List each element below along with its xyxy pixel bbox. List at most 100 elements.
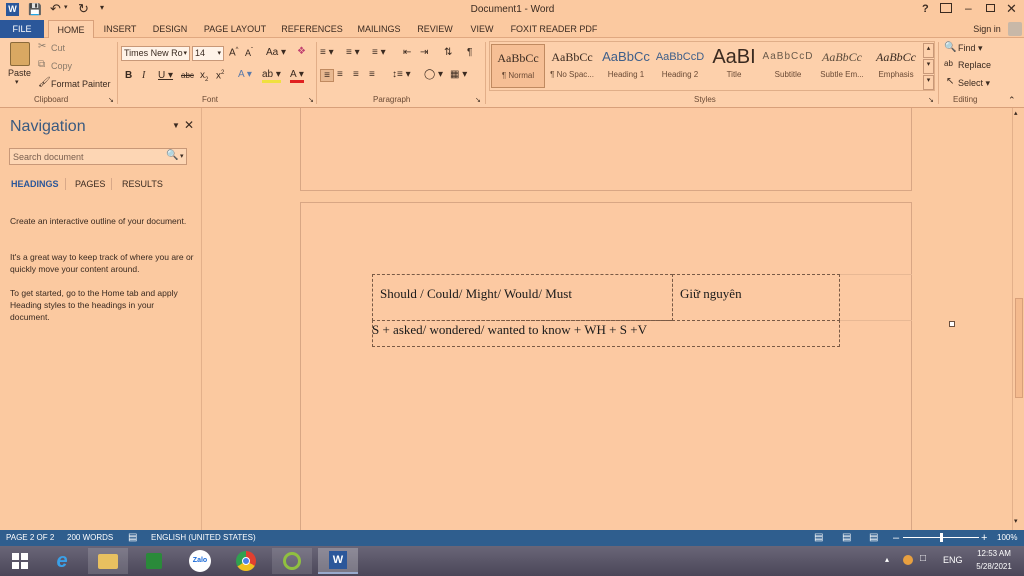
line-spacing-icon[interactable]: ↕≡ ▾ [392, 69, 411, 80]
scroll-up-icon[interactable]: ▴ [1014, 109, 1018, 117]
word-count[interactable]: 200 WORDS [67, 530, 113, 546]
style-heading-1[interactable]: AaBbCc Heading 1 [599, 44, 653, 88]
show-formatting-marks-icon[interactable]: ¶ [467, 47, 472, 58]
decrease-indent-icon[interactable]: ⇤ [403, 47, 411, 58]
zoom-level[interactable]: 100% [997, 530, 1017, 546]
text-effects-icon[interactable]: A ▾ [238, 69, 252, 80]
scroll-down-icon[interactable]: ▾ [1014, 517, 1018, 525]
clock-time[interactable]: 12:53 AM [970, 549, 1018, 558]
zalo-icon[interactable]: Zalo [180, 548, 220, 574]
styles-scroll-down-icon[interactable]: ▾ [923, 59, 934, 74]
format-painter-button[interactable]: Format Painter [51, 79, 111, 89]
restore-icon[interactable] [986, 4, 995, 12]
cut-icon[interactable]: ✂ [38, 41, 46, 52]
chrome-icon[interactable] [226, 548, 266, 574]
shading-icon[interactable]: ◯ ▾ [424, 69, 443, 80]
style-normal[interactable]: AaBbCc ¶ Normal [491, 44, 545, 88]
page-count[interactable]: PAGE 2 OF 2 [6, 530, 54, 546]
word-logo-icon[interactable]: W [6, 3, 19, 16]
navigation-close-icon[interactable]: ✕ [184, 118, 194, 132]
proofing-icon[interactable]: ▤ [128, 530, 137, 546]
change-case-button[interactable]: Aa ▾ [266, 47, 286, 58]
strikethrough-icon[interactable]: abc [181, 71, 194, 80]
start-button[interactable] [0, 548, 40, 574]
sign-in-link[interactable]: Sign in [966, 20, 1008, 38]
style-no-spacing[interactable]: AaBbCc ¶ No Spac... [545, 44, 599, 88]
styles-launcher-icon[interactable]: ↘ [928, 96, 934, 104]
zoom-slider-thumb[interactable] [940, 533, 943, 542]
vertical-scrollbar[interactable]: ▴ ▾ [1012, 108, 1024, 530]
font-size-select[interactable]: 14 ▾ [192, 46, 224, 61]
style-title[interactable]: AaBI Title [707, 44, 761, 88]
justify-icon[interactable]: ≡ [369, 69, 375, 80]
underline-icon[interactable]: U ▾ [158, 70, 173, 81]
style-emphasis[interactable]: AaBbCc Emphasis [869, 44, 923, 88]
collapse-ribbon-icon[interactable]: ⌃ [1008, 95, 1016, 106]
minimize-icon[interactable]: – [965, 1, 972, 15]
zoom-in-icon[interactable]: + [981, 530, 987, 546]
select-button[interactable]: Select ▾ [958, 78, 990, 89]
multilevel-list-icon[interactable]: ≡ ▾ [372, 47, 386, 58]
undo-icon[interactable]: ↶ [50, 1, 61, 17]
web-layout-icon[interactable]: ▤ [869, 530, 878, 546]
ribbon-display-options-icon[interactable] [940, 3, 952, 13]
tab-insert[interactable]: INSERT [98, 20, 142, 38]
find-button[interactable]: Find ▾ [958, 43, 983, 54]
tab-review[interactable]: REVIEW [414, 20, 456, 38]
search-document-input[interactable]: Search document 🔍 ▾ [9, 148, 187, 165]
undo-dropdown-icon[interactable]: ▾ [64, 3, 68, 11]
word-taskbar-icon[interactable]: W [318, 548, 358, 574]
quick-access-customize-icon[interactable]: ▾ [100, 3, 104, 12]
file-explorer-icon[interactable] [88, 548, 128, 574]
superscript-icon[interactable]: x2 [216, 70, 224, 81]
print-layout-icon[interactable]: ▤ [842, 530, 851, 546]
show-hidden-icons-icon[interactable]: ▴ [885, 555, 889, 564]
paste-icon[interactable] [10, 42, 30, 66]
bold-icon[interactable]: B [125, 70, 132, 81]
copy-icon[interactable]: ⧉ [38, 59, 45, 70]
replace-icon[interactable]: ab [944, 59, 953, 68]
avatar[interactable] [1008, 22, 1022, 36]
styles-scroll-up-icon[interactable]: ▴ [923, 43, 934, 58]
read-mode-icon[interactable]: ▤ [814, 530, 823, 546]
scrollbar-thumb[interactable] [1015, 298, 1023, 398]
tab-pages[interactable]: PAGES [75, 179, 105, 189]
tab-foxit-reader-pdf[interactable]: FOXIT READER PDF [508, 20, 600, 38]
style-subtle-emphasis[interactable]: AaBbCc Subtle Em... [815, 44, 869, 88]
paste-button[interactable]: Paste [8, 68, 31, 78]
input-language[interactable]: ENG [943, 555, 963, 565]
sort-icon[interactable]: ⇅ [444, 47, 452, 58]
style-subtitle[interactable]: AaBbCcD Subtitle [761, 44, 815, 88]
network-icon[interactable]: □ [920, 553, 926, 564]
chevron-down-icon[interactable]: ▾ [180, 152, 184, 160]
tab-references[interactable]: REFERENCES [280, 20, 344, 38]
replace-button[interactable]: Replace [958, 60, 991, 70]
help-icon[interactable]: ? [922, 3, 929, 15]
clipboard-launcher-icon[interactable]: ↘ [108, 96, 114, 104]
paste-dropdown-icon[interactable]: ▾ [15, 78, 19, 86]
increase-indent-icon[interactable]: ⇥ [420, 47, 428, 58]
zoom-out-icon[interactable]: – [893, 530, 899, 546]
font-launcher-icon[interactable]: ↘ [308, 96, 314, 104]
search-icon[interactable]: 🔍 [166, 150, 178, 161]
styles-more-icon[interactable]: ▾ [923, 75, 934, 90]
tab-home[interactable]: HOME [48, 20, 94, 38]
italic-icon[interactable]: I [142, 70, 145, 81]
tab-view[interactable]: VIEW [464, 20, 500, 38]
find-icon[interactable]: 🔍 [944, 42, 956, 53]
grow-font-icon[interactable]: A^ [229, 47, 239, 58]
select-icon[interactable]: ↖ [946, 76, 954, 87]
store-icon[interactable] [134, 548, 174, 574]
tray-app-icon[interactable] [903, 555, 913, 565]
bullets-icon[interactable]: ≡ ▾ [320, 47, 334, 58]
close-icon[interactable]: ✕ [1006, 1, 1017, 17]
tab-headings[interactable]: HEADINGS [11, 179, 59, 189]
save-icon[interactable]: 💾 [28, 3, 42, 16]
highlight-color-icon[interactable]: ab ▾ [262, 69, 281, 83]
align-center-icon[interactable]: ≡ [337, 69, 343, 80]
tab-results[interactable]: RESULTS [122, 179, 163, 189]
language-status[interactable]: ENGLISH (UNITED STATES) [151, 530, 256, 546]
tab-file[interactable]: FILE [0, 20, 44, 38]
redo-icon[interactable]: ↻ [78, 1, 89, 17]
app-icon[interactable] [272, 548, 312, 574]
